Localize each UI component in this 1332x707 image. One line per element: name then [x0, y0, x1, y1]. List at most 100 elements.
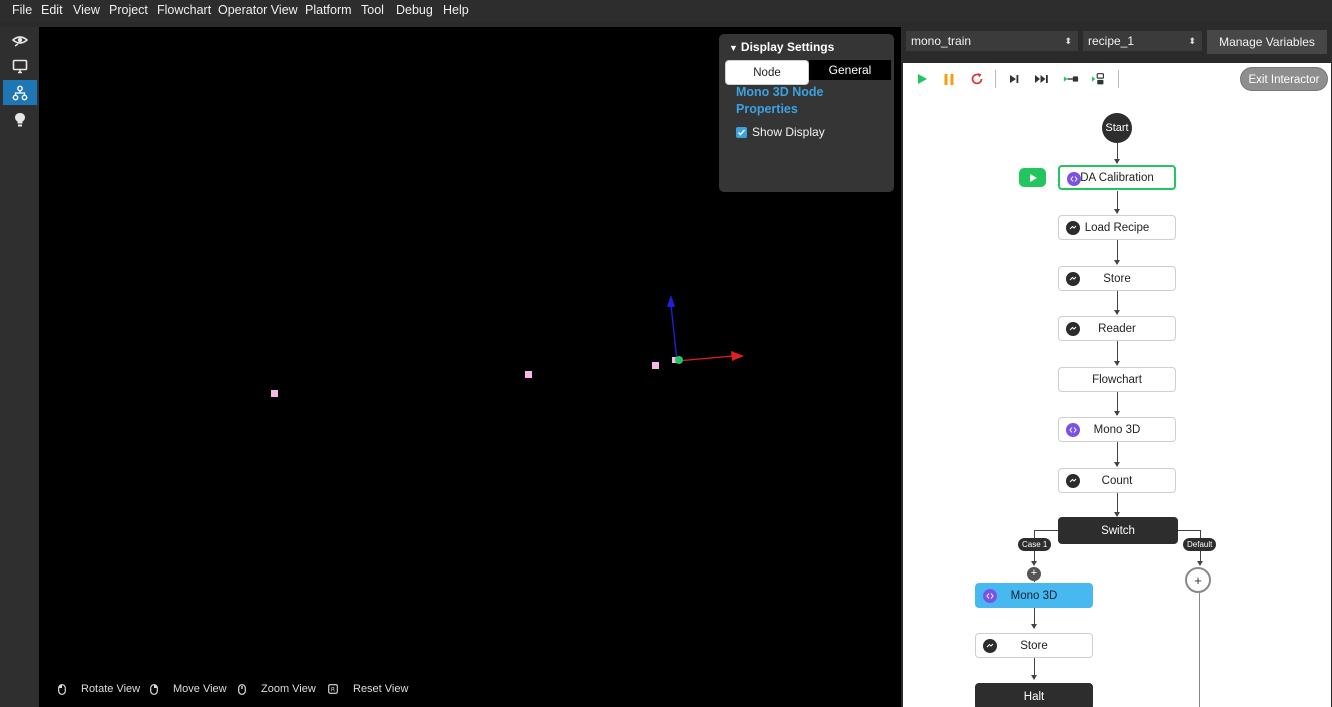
flow-node-mono-3d[interactable]: Mono 3D: [1058, 417, 1176, 442]
node-type-icon: [1066, 474, 1080, 488]
display-settings-title: Display Settings: [740, 40, 835, 54]
menu-flowchart[interactable]: Flowchart: [157, 3, 211, 17]
branch-line: [1178, 530, 1200, 531]
arrowhead: [1031, 624, 1037, 629]
menu-edit[interactable]: Edit: [41, 3, 63, 17]
flow-node-flowchart[interactable]: Flowchart: [1058, 367, 1176, 392]
monitor-button[interactable]: [3, 54, 37, 79]
run-to-node-button[interactable]: [1063, 71, 1079, 87]
point-marker: [271, 390, 278, 397]
menu-view[interactable]: View: [73, 3, 100, 17]
flow-node-store[interactable]: Store: [1058, 266, 1176, 291]
node-label: Flowchart: [1092, 373, 1142, 386]
node-label: Mono 3D: [1093, 423, 1141, 436]
running-indicator: [1019, 168, 1046, 187]
node-label: Store: [1103, 272, 1131, 285]
pause-button[interactable]: [941, 71, 957, 87]
toolbar-divider: [995, 70, 996, 88]
node-type-icon: [983, 589, 997, 603]
lightbulb-icon: [15, 112, 25, 126]
toolbar-divider: [1118, 70, 1119, 88]
flow-node-halt[interactable]: Halt: [975, 683, 1093, 707]
play-icon: [918, 74, 927, 84]
flow-node-case-store[interactable]: Store: [975, 633, 1093, 658]
exit-interactor-button[interactable]: Exit Interactor: [1240, 67, 1328, 91]
fast-forward-button[interactable]: [1034, 71, 1050, 87]
project-select[interactable]: mono_train ⬍: [906, 31, 1078, 51]
run-to-node-icon: [1063, 76, 1079, 82]
axis-gizmo[interactable]: [667, 295, 744, 364]
connector: [1200, 530, 1201, 538]
svg-text:R: R: [331, 687, 335, 694]
show-display-checkbox[interactable]: Show Display: [736, 125, 825, 139]
node-label: Halt: [1023, 690, 1045, 703]
add-node-button[interactable]: +: [1027, 567, 1041, 581]
mouse-right-icon: [150, 683, 158, 695]
flowchart-view-button[interactable]: [3, 80, 37, 105]
step-button[interactable]: [1006, 71, 1022, 87]
start-node[interactable]: Start: [1102, 113, 1132, 143]
flowchart-icon: [12, 85, 28, 100]
manage-variables-button[interactable]: Manage Variables: [1207, 30, 1327, 54]
restart-button[interactable]: [969, 71, 985, 87]
flow-node-switch[interactable]: Switch: [1058, 517, 1178, 544]
display-settings-header[interactable]: ▼ Display Settings: [729, 40, 834, 54]
menu-debug[interactable]: Debug: [396, 3, 433, 17]
node-type-icon: [1067, 172, 1081, 186]
flow-node-count[interactable]: Count: [1058, 468, 1176, 493]
node-type-icon: [983, 639, 997, 653]
hint-reset: R Reset View: [328, 683, 408, 695]
fast-forward-icon: [1035, 75, 1048, 83]
tab-node[interactable]: Node: [725, 60, 809, 85]
refresh-icon: [971, 73, 983, 85]
recipe-select[interactable]: recipe_1 ⬍: [1083, 31, 1202, 51]
hint-move: Move View: [150, 683, 227, 695]
menu-file[interactable]: File: [12, 3, 32, 17]
tab-general[interactable]: General: [809, 60, 891, 80]
triangle-down-icon: ▼: [729, 43, 738, 53]
hint-move-label: Move View: [173, 683, 227, 695]
node-label: Store: [1020, 639, 1048, 652]
node-label: Count: [1101, 474, 1133, 487]
view-toggle-button[interactable]: [3, 28, 37, 53]
node-label: Mono 3D: [1010, 589, 1058, 602]
arrowhead: [1114, 310, 1120, 315]
add-default-node-button[interactable]: +: [1185, 567, 1211, 593]
flow-node-reader[interactable]: Reader: [1058, 316, 1176, 341]
hint-rotate: Rotate View: [58, 683, 140, 695]
arrowhead: [1114, 159, 1120, 164]
updown-arrow-icon: ⬍: [1064, 36, 1072, 46]
x-axis-arrow: [731, 351, 744, 361]
case-1-label: Case 1: [1018, 538, 1052, 551]
checkbox-checked-icon: [736, 126, 747, 138]
connector: [1034, 581, 1035, 582]
menu-tool[interactable]: Tool: [361, 3, 384, 17]
y-axis-line: [670, 304, 678, 362]
menu-help[interactable]: Help: [443, 3, 469, 17]
connector: [1034, 530, 1035, 538]
eye-icon: [11, 35, 29, 47]
node-label: Switch: [1101, 524, 1135, 537]
tips-button[interactable]: [3, 107, 37, 132]
step-icon: [1010, 75, 1019, 83]
run-subflow-button[interactable]: [1091, 71, 1107, 87]
play-icon: [1029, 173, 1037, 182]
hint-reset-label: Reset View: [353, 683, 409, 695]
mouse-scroll-icon: [238, 683, 246, 695]
node-type-icon: [1066, 272, 1080, 286]
point-marker: [652, 362, 659, 369]
menu-operator-view[interactable]: Operator View: [218, 3, 298, 17]
hint-zoom-label: Zoom View: [261, 683, 316, 695]
arrowhead: [1031, 675, 1037, 680]
flow-node-load-recipe[interactable]: Load Recipe: [1058, 215, 1176, 240]
flow-node-case-mono-3d[interactable]: Mono 3D: [975, 583, 1093, 608]
menu-project[interactable]: Project: [109, 3, 148, 17]
flowchart-canvas[interactable]: Exit Interactor Start DA Calibration Loa…: [903, 63, 1331, 707]
origin-point: [675, 356, 683, 364]
node-label: Reader: [1098, 322, 1136, 335]
run-button[interactable]: [914, 71, 930, 87]
arrowhead: [1197, 561, 1203, 566]
menu-platform[interactable]: Platform: [305, 3, 352, 17]
flow-node-da-calibration[interactable]: DA Calibration: [1058, 165, 1176, 190]
monitor-icon: [12, 59, 28, 74]
